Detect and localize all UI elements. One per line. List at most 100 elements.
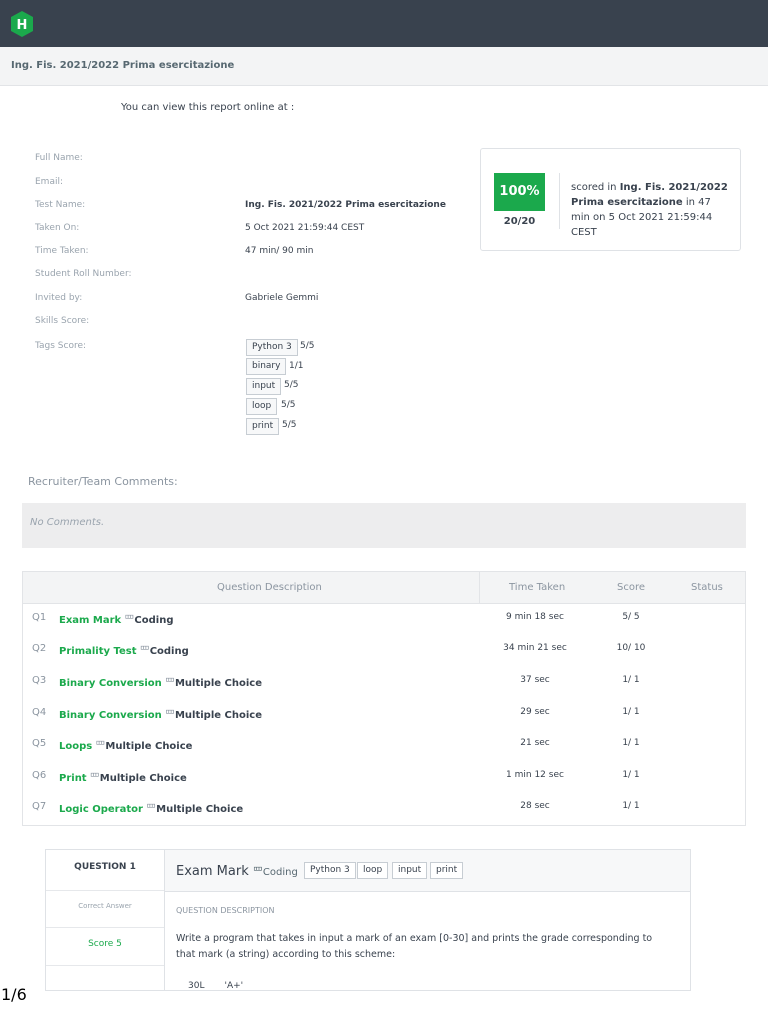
comments-box: No Comments. <box>22 503 746 548</box>
test-name-value: Ing. Fis. 2021/2022 Prima esercitazione <box>245 200 446 210</box>
question-link[interactable]: Logic Operator <box>59 804 143 815</box>
score-fraction: 20/20 <box>503 216 536 227</box>
question-title: Exam Mark 罒Coding <box>176 863 298 879</box>
question-description-label: QUESTION DESCRIPTION <box>176 906 275 915</box>
time-taken-value: 47 min/ 90 min <box>245 246 314 256</box>
question-time: 34 min 21 sec <box>503 643 567 653</box>
question-number: Q3 <box>32 675 47 686</box>
tags-score-label: Tags Score: <box>35 341 87 351</box>
header-description: Question Description <box>217 582 322 593</box>
question-time: 9 min 18 sec <box>506 612 564 622</box>
question-type-icon: 罒 <box>146 804 157 815</box>
question-detail-card: QUESTION 1 Correct Answer Score 5 Exam M… <box>45 849 691 991</box>
question-time: 28 sec <box>520 801 550 811</box>
question-description: Write a program that takes in input a ma… <box>176 933 653 960</box>
question-title-text: Exam Mark <box>176 864 249 879</box>
score-summary-card: 100% 20/20 scored in Ing. Fis. 2021/2022… <box>480 148 741 251</box>
header-score: Score <box>617 582 646 593</box>
skills-score-label: Skills Score: <box>35 316 90 326</box>
top-bar: H <box>0 0 768 47</box>
taken-on-label: Taken On: <box>35 223 80 233</box>
tag-python3-score: 5/5 <box>300 341 315 351</box>
comments-label: Recruiter/Team Comments: <box>28 475 178 488</box>
table-row[interactable]: Q3 Binary Conversion 罒Multiple Choice 37… <box>23 667 745 697</box>
question-number: Q2 <box>32 643 47 654</box>
question-link[interactable]: Loops <box>59 741 92 752</box>
question-score: 10/ 10 <box>616 643 646 653</box>
question-type: Multiple Choice <box>156 804 244 815</box>
no-comments-text: No Comments. <box>30 517 105 528</box>
tag-python3: Python 3 <box>246 339 298 356</box>
question-header: Exam Mark 罒Coding Python 3 loop input pr… <box>165 850 690 892</box>
questions-table: Question Description Time Taken Score St… <box>22 571 746 826</box>
table-row[interactable]: Q5 Loops 罒Multiple Choice 21 sec 1/ 1 <box>23 730 745 760</box>
question-link[interactable]: Binary Conversion <box>59 678 162 689</box>
tag-binary-score: 1/1 <box>289 361 304 371</box>
question-score: 5/ 5 <box>622 612 640 622</box>
question-number: Q5 <box>32 738 47 749</box>
question-side-panel: QUESTION 1 Correct Answer Score 5 <box>46 850 165 990</box>
score-summary-text: scored in Ing. Fis. 2021/2022 Prima eser… <box>571 180 731 240</box>
table-row[interactable]: Q4 Binary Conversion 罒Multiple Choice 29… <box>23 699 745 729</box>
tag-input-score: 5/5 <box>284 380 299 390</box>
question-number: Q4 <box>32 707 47 718</box>
tag-print-score: 5/5 <box>282 420 297 430</box>
question-type-icon: 罒 <box>164 710 175 721</box>
report-title-bar: Ing. Fis. 2021/2022 Prima esercitazione <box>0 47 768 86</box>
question-type-icon: 罒 <box>124 615 135 626</box>
score-text-prefix: scored in <box>571 182 620 193</box>
email-label: Email: <box>35 177 64 187</box>
question-score: 1/ 1 <box>622 801 640 811</box>
tag-input: input <box>246 378 282 395</box>
table-row[interactable]: Q7 Logic Operator 罒Multiple Choice 28 se… <box>23 793 745 823</box>
question-link[interactable]: Exam Mark <box>59 615 121 626</box>
question-time: 21 sec <box>520 738 550 748</box>
taken-on-value: 5 Oct 2021 21:59:44 CEST <box>245 223 365 233</box>
table-header: Question Description Time Taken Score St… <box>23 572 745 604</box>
question-tag: input <box>392 862 428 879</box>
online-report-text: You can view this report online at : <box>121 102 295 113</box>
question-type: Multiple Choice <box>174 710 262 721</box>
question-type-icon: 罒 <box>95 741 106 752</box>
question-score: 1/ 1 <box>622 675 640 685</box>
table-row[interactable]: Q2 Primality Test 罒Coding 34 min 21 sec … <box>23 635 745 665</box>
question-score: 1/ 1 <box>622 770 640 780</box>
header-status: Status <box>691 582 723 593</box>
table-row[interactable]: Q6 Print 罒Multiple Choice 1 min 12 sec 1… <box>23 762 745 792</box>
question-tag: Python 3 <box>304 862 356 879</box>
tag-print: print <box>246 418 280 435</box>
grade-scheme-line: 30L 'A+' <box>188 981 244 991</box>
question-number: Q6 <box>32 770 47 781</box>
time-taken-label: Time Taken: <box>35 246 89 256</box>
question-number: Q1 <box>32 612 47 623</box>
question-type-icon: 罒 <box>139 646 150 657</box>
logo-letter: H <box>17 18 28 33</box>
header-time-taken: Time Taken <box>509 582 566 593</box>
full-name-label: Full Name: <box>35 153 83 163</box>
question-link[interactable]: Primality Test <box>59 646 137 657</box>
question-type-icon: 罒 <box>164 678 175 689</box>
question-time: 29 sec <box>520 707 550 717</box>
question-type: Coding <box>262 867 298 878</box>
score-percent-badge: 100% <box>494 173 545 211</box>
question-link[interactable]: Binary Conversion <box>59 710 162 721</box>
correct-answer-label: Correct Answer <box>78 902 132 910</box>
question-type: Multiple Choice <box>174 678 262 689</box>
page-number: 1/6 <box>1 985 27 1004</box>
question-link[interactable]: Print <box>59 773 87 784</box>
tag-loop: loop <box>246 398 278 415</box>
question-label: QUESTION 1 <box>74 862 136 872</box>
test-name-label: Test Name: <box>35 200 86 210</box>
invited-by-label: Invited by: <box>35 293 83 303</box>
question-time: 1 min 12 sec <box>506 770 564 780</box>
invited-by-value: Gabriele Gemmi <box>245 293 319 303</box>
hackerrank-logo-icon[interactable]: H <box>10 11 34 37</box>
question-tag: loop <box>357 862 389 879</box>
question-type: Multiple Choice <box>105 741 193 752</box>
table-row[interactable]: Q1 Exam Mark 罒Coding 9 min 18 sec 5/ 5 <box>23 604 745 634</box>
question-type-icon: 罒 <box>252 867 263 878</box>
question-score: 1/ 1 <box>622 738 640 748</box>
question-type: Coding <box>149 646 189 657</box>
tag-loop-score: 5/5 <box>281 400 296 410</box>
question-score: 1/ 1 <box>622 707 640 717</box>
